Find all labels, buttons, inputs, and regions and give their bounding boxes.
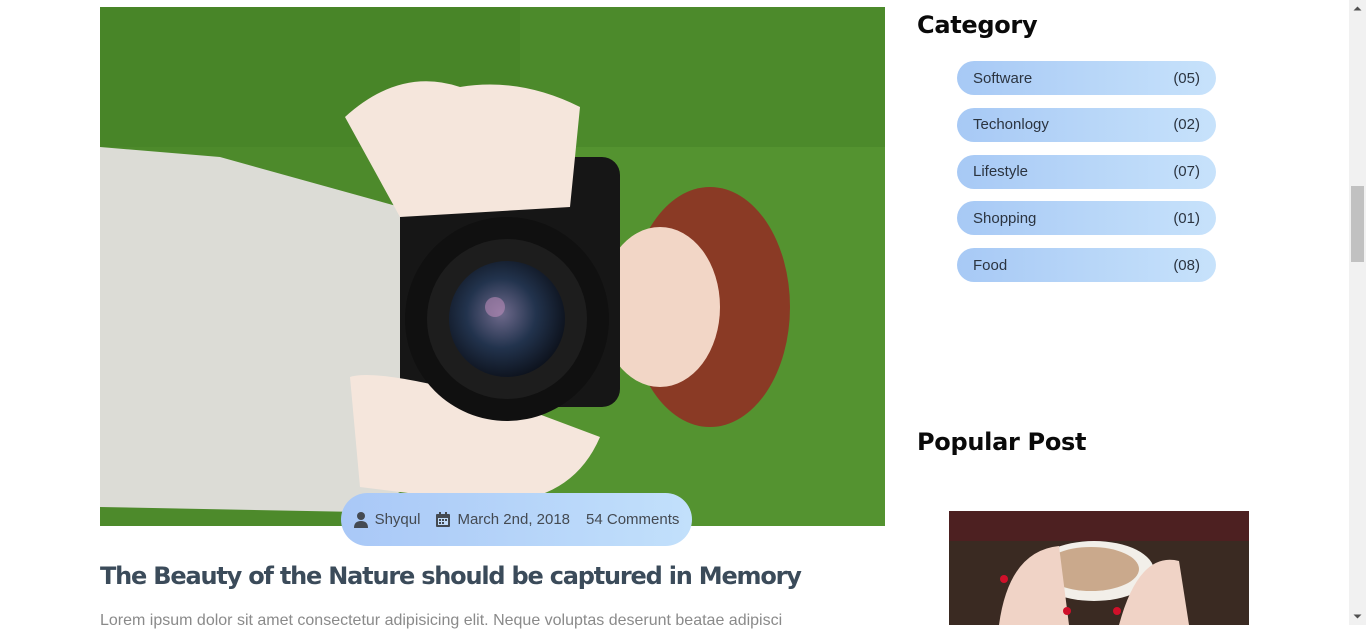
scroll-thumb[interactable]	[1351, 186, 1364, 262]
scroll-up-icon[interactable]	[1353, 4, 1362, 13]
category-name: Software	[973, 69, 1033, 87]
post-comments[interactable]: 54 Comments	[586, 511, 679, 528]
category-name: Shopping	[973, 209, 1037, 227]
category-item-lifestyle[interactable]: Lifestyle (07)	[957, 154, 1216, 189]
category-name: Food	[973, 256, 1008, 274]
category-list: Software (05) Techonlogy (02) Lifestyle …	[957, 61, 1216, 295]
category-count: (01)	[1173, 209, 1200, 227]
scroll-down-icon[interactable]	[1353, 612, 1362, 621]
post-image[interactable]	[100, 7, 885, 526]
post-author-name: Shyqul	[374, 511, 421, 528]
category-item-food[interactable]: Food (08)	[957, 248, 1216, 282]
post-meta: Shyqul March 2nd, 2018 54 Comments	[341, 493, 692, 546]
page-scrollbar[interactable]	[1349, 0, 1366, 625]
category-count: (05)	[1173, 69, 1200, 87]
category-name: Techonlogy	[973, 116, 1049, 134]
post-date-text: March 2nd, 2018	[457, 511, 571, 528]
post-author[interactable]: Shyqul	[353, 511, 421, 528]
user-icon	[353, 511, 368, 528]
calendar-icon	[436, 512, 451, 527]
category-item-technology[interactable]: Techonlogy (02)	[957, 107, 1216, 142]
category-count: (02)	[1173, 116, 1200, 134]
category-item-shopping[interactable]: Shopping (01)	[957, 201, 1216, 236]
post-title[interactable]: The Beauty of the Nature should be captu…	[100, 562, 802, 590]
post-comments-text: 54 Comments	[586, 511, 680, 528]
popular-post-widget-title: Popular Post	[917, 428, 1087, 456]
post-date: March 2nd, 2018	[436, 511, 570, 528]
category-name: Lifestyle	[973, 163, 1029, 180]
category-count: (08)	[1173, 256, 1200, 274]
post-excerpt: Lorem ipsum dolor sit amet consectetur a…	[100, 612, 783, 629]
category-item-software[interactable]: Software (05)	[957, 61, 1216, 95]
category-count: (07)	[1173, 163, 1200, 180]
popular-post-image[interactable]	[949, 511, 1249, 625]
category-widget-title: Category	[917, 11, 1038, 39]
